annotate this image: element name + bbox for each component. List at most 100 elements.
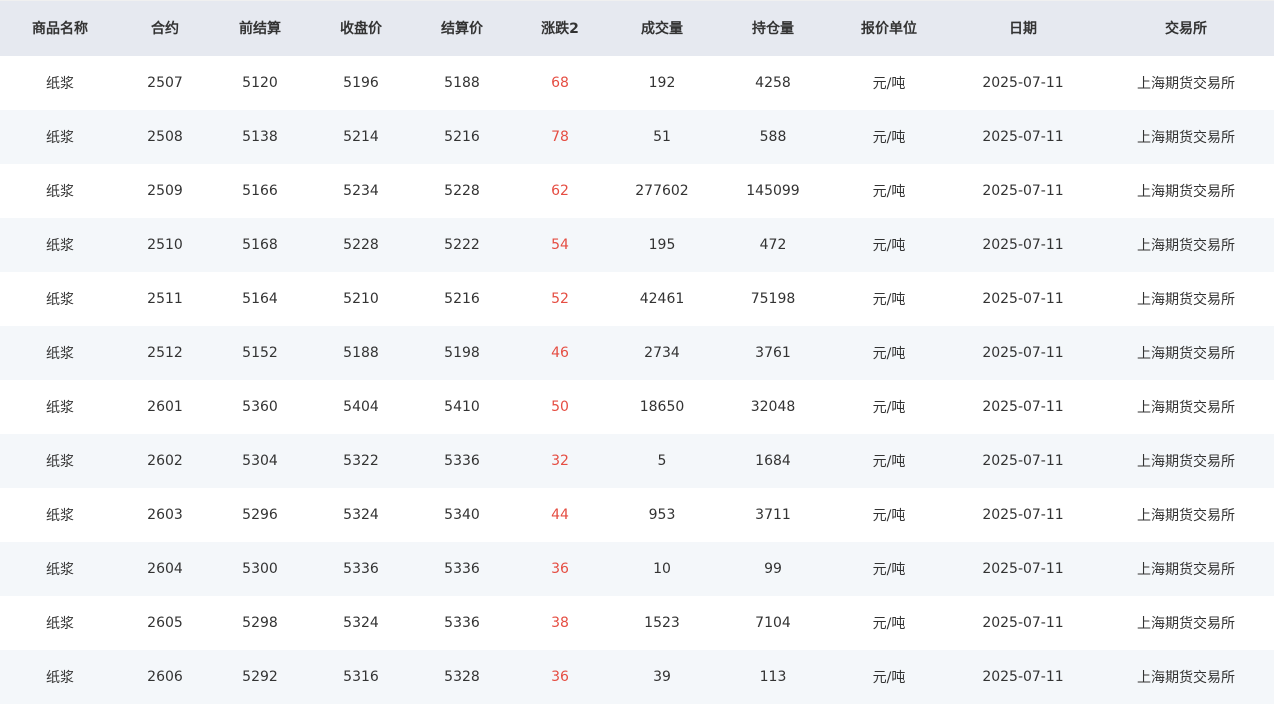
cell-exchange: 上海期货交易所 — [1137, 507, 1235, 524]
cell-change: 78 — [551, 128, 569, 145]
cell-open-interest: 472 — [759, 236, 787, 253]
cell-contract: 2602 — [147, 452, 183, 469]
table-row[interactable]: 纸浆 2512 5152 5188 5198 46 2734 3761 元/吨 2025-07-1… — [0, 325, 1274, 380]
col-header-open-interest[interactable]: 持仓量 — [716, 0, 830, 56]
table-row[interactable]: 纸浆 2507 5120 5196 5188 68 192 4258 元/吨 2025-07-11… — [0, 55, 1274, 110]
cell-exchange: 上海期货交易所 — [1137, 183, 1235, 200]
cell-settlement-price: 5216 — [444, 128, 480, 145]
cell-volume: 39 — [653, 668, 671, 685]
cell-prev-settlement: 5166 — [242, 182, 278, 199]
cell-quote-unit: 元/吨 — [872, 345, 906, 362]
cell-quote-unit: 元/吨 — [872, 399, 906, 416]
cell-contract: 2603 — [147, 506, 183, 523]
cell-contract: 2601 — [147, 398, 183, 415]
cell-settlement-price: 5336 — [444, 452, 480, 469]
cell-close-price: 5234 — [343, 182, 379, 199]
col-header-settlement-price[interactable]: 结算价 — [412, 0, 512, 56]
cell-date: 2025-07-11 — [982, 560, 1064, 577]
table-row[interactable]: 纸浆 2511 5164 5210 5216 52 42461 75198 元/吨 2025-07… — [0, 271, 1274, 326]
cell-date: 2025-07-11 — [982, 506, 1064, 523]
cell-exchange: 上海期货交易所 — [1137, 453, 1235, 470]
cell-change: 36 — [551, 668, 569, 685]
cell-settlement-price: 5222 — [444, 236, 480, 253]
cell-product-name: 纸浆 — [46, 615, 74, 632]
table-row[interactable]: 纸浆 2603 5296 5324 5340 44 953 3711 元/吨 2025-07-11… — [0, 487, 1274, 542]
cell-change: 68 — [551, 74, 569, 91]
cell-volume: 953 — [648, 506, 676, 523]
cell-change: 46 — [551, 344, 569, 361]
col-header-change[interactable]: 涨跌2 — [512, 0, 608, 56]
cell-exchange: 上海期货交易所 — [1137, 561, 1235, 578]
cell-change: 54 — [551, 236, 569, 253]
cell-change: 32 — [551, 452, 569, 469]
table-row[interactable]: 纸浆 2604 5300 5336 5336 36 10 99 元/吨 2025-07-11 上海期… — [0, 541, 1274, 596]
cell-contract: 2509 — [147, 182, 183, 199]
cell-product-name: 纸浆 — [46, 291, 74, 308]
table-row[interactable]: 纸浆 2508 5138 5214 5216 78 51 588 元/吨 2025-07-11 上海… — [0, 109, 1274, 164]
cell-quote-unit: 元/吨 — [872, 453, 906, 470]
col-header-product-name[interactable]: 商品名称 — [0, 0, 120, 56]
cell-contract: 2606 — [147, 668, 183, 685]
cell-product-name: 纸浆 — [46, 561, 74, 578]
cell-open-interest: 32048 — [750, 398, 796, 415]
col-header-date[interactable]: 日期 — [948, 0, 1098, 56]
cell-volume: 10 — [653, 560, 671, 577]
cell-prev-settlement: 5168 — [242, 236, 278, 253]
col-header-close-price[interactable]: 收盘价 — [310, 0, 412, 56]
cell-volume: 5 — [657, 452, 667, 469]
cell-product-name: 纸浆 — [46, 183, 74, 200]
cell-product-name: 纸浆 — [46, 75, 74, 92]
cell-prev-settlement: 5292 — [242, 668, 278, 685]
table-row[interactable]: 纸浆 2509 5166 5234 5228 62 277602 145099 元/吨 2025-… — [0, 163, 1274, 218]
table-row[interactable]: 纸浆 2605 5298 5324 5336 38 1523 7104 元/吨 2025-07-1… — [0, 595, 1274, 650]
cell-settlement-price: 5410 — [444, 398, 480, 415]
cell-prev-settlement: 5300 — [242, 560, 278, 577]
col-header-contract[interactable]: 合约 — [120, 0, 210, 56]
cell-volume: 1523 — [644, 614, 680, 631]
cell-prev-settlement: 5296 — [242, 506, 278, 523]
cell-date: 2025-07-11 — [982, 398, 1064, 415]
table-row[interactable]: 纸浆 2602 5304 5322 5336 32 5 1684 元/吨 2025-07-11 上海… — [0, 433, 1274, 488]
table-row[interactable]: 纸浆 2601 5360 5404 5410 50 18650 32048 元/吨 2025-07… — [0, 379, 1274, 434]
table-body: 纸浆 2507 5120 5196 5188 68 192 4258 元/吨 2025-07-11… — [0, 55, 1274, 704]
cell-prev-settlement: 5152 — [242, 344, 278, 361]
cell-contract: 2605 — [147, 614, 183, 631]
cell-contract: 2604 — [147, 560, 183, 577]
cell-product-name: 纸浆 — [46, 453, 74, 470]
futures-quote-table-container: 商品名称 合约 前结算 收盘价 结算价 涨跌2 成交量 持仓量 报价单位 日期 … — [0, 0, 1274, 708]
col-header-volume[interactable]: 成交量 — [608, 0, 716, 56]
cell-open-interest: 1684 — [755, 452, 791, 469]
col-header-quote-unit[interactable]: 报价单位 — [830, 0, 948, 56]
cell-settlement-price: 5328 — [444, 668, 480, 685]
cell-settlement-price: 5336 — [444, 614, 480, 631]
cell-open-interest: 7104 — [755, 614, 791, 631]
cell-close-price: 5210 — [343, 290, 379, 307]
cell-change: 50 — [551, 398, 569, 415]
cell-prev-settlement: 5298 — [242, 614, 278, 631]
cell-product-name: 纸浆 — [46, 237, 74, 254]
header-row: 商品名称 合约 前结算 收盘价 结算价 涨跌2 成交量 持仓量 报价单位 日期 … — [0, 0, 1274, 56]
col-header-prev-settlement[interactable]: 前结算 — [210, 0, 310, 56]
cell-quote-unit: 元/吨 — [872, 507, 906, 524]
col-header-exchange[interactable]: 交易所 — [1098, 0, 1274, 56]
cell-volume: 18650 — [639, 398, 685, 415]
cell-date: 2025-07-11 — [982, 74, 1064, 91]
cell-settlement-price: 5216 — [444, 290, 480, 307]
cell-quote-unit: 元/吨 — [872, 291, 906, 308]
cell-open-interest: 4258 — [755, 74, 791, 91]
futures-quote-table: 商品名称 合约 前结算 收盘价 结算价 涨跌2 成交量 持仓量 报价单位 日期 … — [0, 0, 1274, 704]
cell-exchange: 上海期货交易所 — [1137, 291, 1235, 308]
table-row[interactable]: 纸浆 2606 5292 5316 5328 36 39 113 元/吨 2025-07-11 上海… — [0, 649, 1274, 704]
table-row[interactable]: 纸浆 2510 5168 5228 5222 54 195 472 元/吨 2025-07-11 上… — [0, 217, 1274, 272]
cell-change: 36 — [551, 560, 569, 577]
cell-open-interest: 3761 — [755, 344, 791, 361]
cell-prev-settlement: 5360 — [242, 398, 278, 415]
cell-volume: 51 — [653, 128, 671, 145]
cell-date: 2025-07-11 — [982, 452, 1064, 469]
cell-volume: 277602 — [635, 182, 689, 199]
cell-exchange: 上海期货交易所 — [1137, 615, 1235, 632]
cell-contract: 2510 — [147, 236, 183, 253]
cell-exchange: 上海期货交易所 — [1137, 75, 1235, 92]
cell-close-price: 5336 — [343, 560, 379, 577]
cell-date: 2025-07-11 — [982, 614, 1064, 631]
